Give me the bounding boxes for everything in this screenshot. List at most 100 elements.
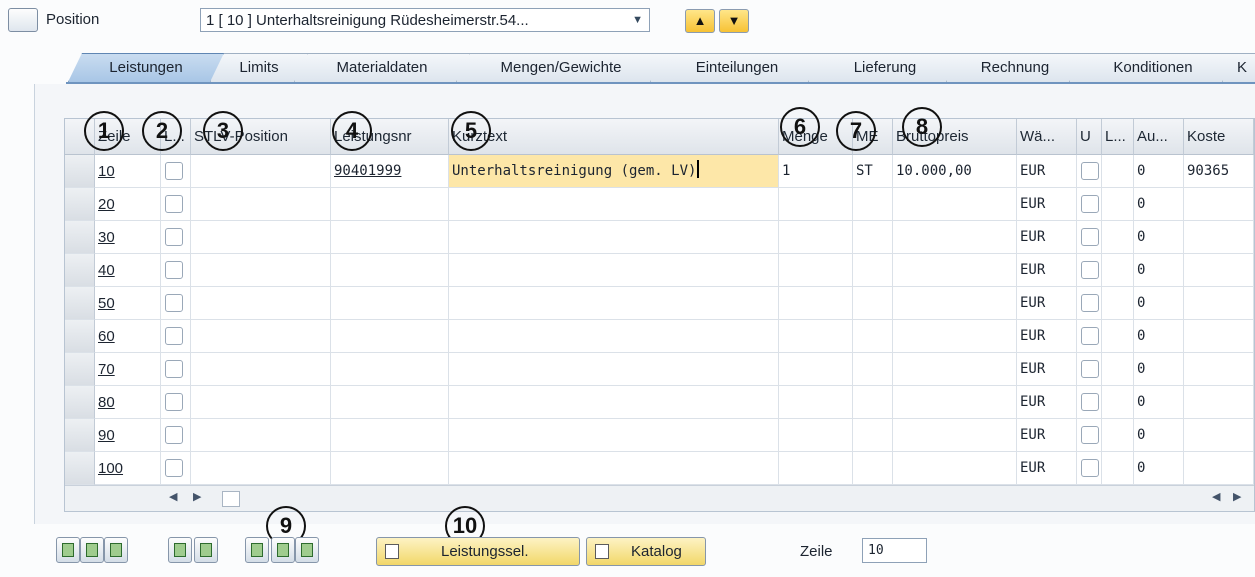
calculator-icon[interactable] <box>245 537 269 563</box>
scroll-right-icon[interactable]: ▶ <box>193 490 201 503</box>
select-all-icon[interactable] <box>80 537 104 563</box>
row-selector[interactable] <box>65 320 95 353</box>
cell-zeile[interactable]: 100 <box>95 452 161 485</box>
cell-leistungsnr[interactable] <box>331 188 449 221</box>
cell-waehrung[interactable]: EUR <box>1017 188 1077 221</box>
table-cell[interactable] <box>191 155 331 188</box>
scroll-thumb[interactable] <box>222 491 240 507</box>
cell-zeile[interactable]: 60 <box>95 320 161 353</box>
table-cell[interactable] <box>1102 386 1134 419</box>
cell-menge[interactable] <box>779 353 853 386</box>
cell-koste[interactable]: 90365 <box>1184 155 1254 188</box>
cell-bruttopreis[interactable] <box>893 353 1017 386</box>
row-checkbox[interactable] <box>165 261 183 279</box>
table-cell[interactable] <box>191 221 331 254</box>
horizontal-scrollbar[interactable]: ◀ ▶ ◀ ▶ <box>65 485 1254 511</box>
cell-kurztext[interactable] <box>449 287 779 320</box>
tab-konditionen[interactable]: Konditionen <box>1069 53 1237 82</box>
table-cell[interactable] <box>1102 452 1134 485</box>
column-header[interactable]: U <box>1077 119 1102 155</box>
row-selector[interactable] <box>65 287 95 320</box>
cell-leistungsnr[interactable] <box>331 419 449 452</box>
tab-lieferung[interactable]: Lieferung <box>808 53 962 82</box>
row-checkbox[interactable] <box>1081 327 1099 345</box>
cell-au[interactable]: 0 <box>1134 188 1184 221</box>
cell-zeile[interactable]: 80 <box>95 386 161 419</box>
cell-au[interactable]: 0 <box>1134 386 1184 419</box>
cell-waehrung[interactable]: EUR <box>1017 452 1077 485</box>
table-cell[interactable] <box>191 353 331 386</box>
cell-bruttopreis[interactable] <box>893 221 1017 254</box>
cell-me[interactable] <box>853 287 893 320</box>
cell-kurztext[interactable] <box>449 188 779 221</box>
table-cell[interactable] <box>1102 320 1134 353</box>
cell-koste[interactable] <box>1184 353 1254 386</box>
row-selector[interactable] <box>65 386 95 419</box>
table-cell[interactable] <box>1102 155 1134 188</box>
cell-kurztext[interactable] <box>449 419 779 452</box>
row-checkbox[interactable] <box>1081 459 1099 477</box>
row-checkbox[interactable] <box>165 294 183 312</box>
column-header[interactable]: Wä... <box>1017 119 1077 155</box>
cell-au[interactable]: 0 <box>1134 254 1184 287</box>
position-overview-icon[interactable] <box>8 8 38 32</box>
cell-me[interactable] <box>853 254 893 287</box>
cell-me[interactable] <box>853 386 893 419</box>
cell-zeile[interactable]: 40 <box>95 254 161 287</box>
cell-me[interactable] <box>853 452 893 485</box>
cell-menge[interactable] <box>779 452 853 485</box>
row-checkbox[interactable] <box>1081 195 1099 213</box>
cell-waehrung[interactable]: EUR <box>1017 386 1077 419</box>
table-cell[interactable] <box>1102 254 1134 287</box>
cell-leistungsnr[interactable] <box>331 353 449 386</box>
cell-me[interactable] <box>853 221 893 254</box>
cell-koste[interactable] <box>1184 188 1254 221</box>
column-header[interactable]: Kurztext <box>449 119 779 155</box>
table-cell[interactable] <box>1102 188 1134 221</box>
row-checkbox[interactable] <box>1081 426 1099 444</box>
cell-au[interactable]: 0 <box>1134 320 1184 353</box>
cell-zeile[interactable]: 70 <box>95 353 161 386</box>
table-cell[interactable] <box>191 386 331 419</box>
person-icon[interactable] <box>295 537 319 563</box>
row-selector[interactable] <box>65 221 95 254</box>
row-checkbox[interactable] <box>165 162 183 180</box>
cell-leistungsnr[interactable] <box>331 320 449 353</box>
row-selector[interactable] <box>65 155 95 188</box>
cell-kurztext[interactable] <box>449 254 779 287</box>
cell-menge[interactable] <box>779 254 853 287</box>
scroll-left-icon[interactable]: ◀ <box>1212 490 1220 503</box>
cell-zeile[interactable]: 20 <box>95 188 161 221</box>
tab-rechnung[interactable]: Rechnung <box>946 53 1084 82</box>
cell-au[interactable]: 0 <box>1134 155 1184 188</box>
cell-leistungsnr[interactable] <box>331 452 449 485</box>
column-header[interactable]: Koste <box>1184 119 1254 155</box>
cell-zeile[interactable]: 90 <box>95 419 161 452</box>
cell-bruttopreis[interactable] <box>893 287 1017 320</box>
cell-kurztext[interactable] <box>449 353 779 386</box>
copy-icon[interactable] <box>271 537 295 563</box>
cell-au[interactable]: 0 <box>1134 287 1184 320</box>
service-selection-button[interactable]: Leistungssel. <box>376 537 580 566</box>
row-checkbox[interactable] <box>165 426 183 444</box>
scroll-right-icon[interactable]: ▶ <box>1233 490 1241 503</box>
cell-koste[interactable] <box>1184 254 1254 287</box>
cell-kurztext[interactable] <box>449 386 779 419</box>
table-cell[interactable] <box>191 287 331 320</box>
row-checkbox[interactable] <box>165 393 183 411</box>
insert-row-icon[interactable] <box>168 537 192 563</box>
cell-zeile[interactable]: 30 <box>95 221 161 254</box>
cell-au[interactable]: 0 <box>1134 419 1184 452</box>
tab-limits[interactable]: Limits <box>210 53 308 82</box>
table-cell[interactable] <box>191 254 331 287</box>
cell-koste[interactable] <box>1184 221 1254 254</box>
cell-kurztext[interactable] <box>449 320 779 353</box>
cell-koste[interactable] <box>1184 386 1254 419</box>
cell-leistungsnr[interactable] <box>331 221 449 254</box>
cell-kurztext[interactable] <box>449 221 779 254</box>
cell-leistungsnr[interactable] <box>331 287 449 320</box>
column-header[interactable]: L... <box>1102 119 1134 155</box>
tab-einteilungen[interactable]: Einteilungen <box>650 53 824 82</box>
table-cell[interactable] <box>191 188 331 221</box>
tab-materialdaten[interactable]: Materialdaten <box>294 53 470 82</box>
